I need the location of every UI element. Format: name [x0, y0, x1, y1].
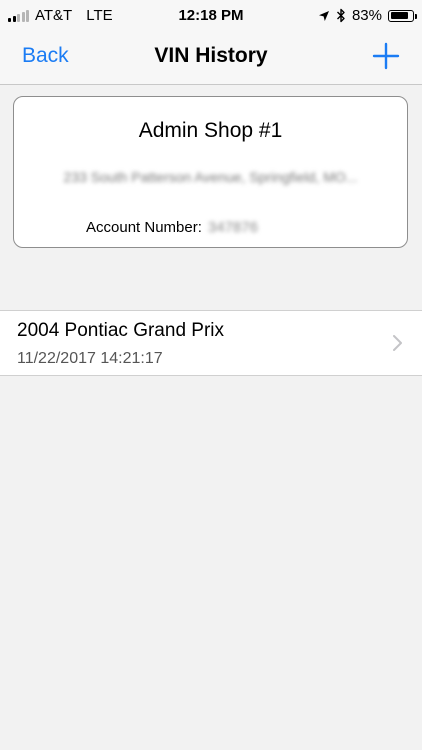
plus-icon[interactable]	[372, 42, 400, 70]
bluetooth-icon	[336, 8, 345, 23]
battery-icon	[388, 9, 417, 22]
battery-percent: 83%	[351, 7, 382, 24]
shop-name: Admin Shop #1	[138, 119, 283, 142]
vin-history-row[interactable]: 2004 Pontiac Grand Prix 11/22/2017 14:21…	[0, 311, 422, 375]
location-icon	[318, 10, 329, 21]
status-bar: AT&T LTE 12:18 PM 83%	[0, 0, 422, 32]
account-row: Account Number: 347876	[86, 219, 258, 236]
shop-card: Admin Shop #1 233 South Patterson Avenue…	[13, 96, 408, 248]
account-number: 347876	[207, 219, 258, 236]
navigation-bar: Back VIN History	[0, 32, 422, 85]
status-right: 83%	[318, 7, 417, 24]
vehicle-name: 2004 Pontiac Grand Prix	[17, 320, 225, 341]
page-title: VIN History	[154, 44, 268, 67]
vin-history-list: 2004 Pontiac Grand Prix 11/22/2017 14:21…	[0, 310, 422, 376]
chevron-right-icon	[393, 335, 402, 351]
account-label: Account Number:	[86, 219, 202, 236]
vehicle-timestamp: 11/22/2017 14:21:17	[17, 350, 163, 367]
battery-level	[390, 12, 408, 19]
shop-address: 233 South Patterson Avenue, Springfield,…	[63, 169, 358, 185]
